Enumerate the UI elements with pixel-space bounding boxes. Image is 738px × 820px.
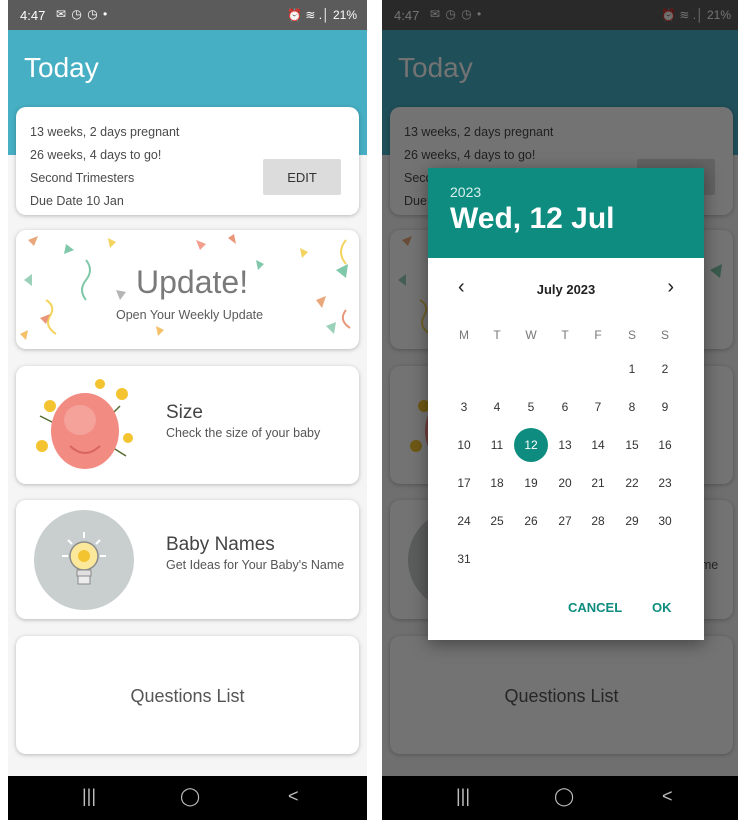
calendar-day[interactable]: 1 xyxy=(615,352,649,386)
weekday-label: W xyxy=(525,328,537,342)
baby-names-card[interactable]: Baby Names Get Ideas for Your Baby's Nam… xyxy=(16,500,359,619)
calendar-day[interactable]: 20 xyxy=(548,466,582,500)
due-date-text: Due Date 10 Jan xyxy=(30,194,124,208)
calendar-day[interactable]: 6 xyxy=(548,390,582,424)
lightbulb-icon xyxy=(34,510,134,610)
back-button[interactable]: < xyxy=(288,786,299,807)
home-button[interactable]: ◯ xyxy=(180,786,200,807)
calendar-day[interactable]: 29 xyxy=(615,504,649,538)
recents-button[interactable]: ||| xyxy=(456,786,470,807)
date-picker-header: 2023 Wed, 12 Jul xyxy=(428,168,704,258)
calendar-day[interactable]: 11 xyxy=(480,428,514,462)
status-bar: 4:47 ✉ ◷ ◷ • ⏰ ≋ .│ 21% xyxy=(8,0,367,30)
calendar-day[interactable]: 22 xyxy=(615,466,649,500)
calendar-day-selected[interactable]: 12 xyxy=(514,428,548,462)
next-month-icon[interactable]: › xyxy=(667,276,674,299)
calendar-day[interactable]: 8 xyxy=(615,390,649,424)
weeks-pregnant-text: 13 weeks, 2 days pregnant xyxy=(30,125,180,139)
weekday-label: T xyxy=(561,328,569,342)
calendar-day[interactable]: 4 xyxy=(480,390,514,424)
weekday-label: F xyxy=(594,328,602,342)
ok-button[interactable]: OK xyxy=(652,600,672,615)
calendar-day[interactable]: 26 xyxy=(514,504,548,538)
size-card[interactable]: Size Check the size of your baby xyxy=(16,366,359,484)
calendar-day[interactable]: 24 xyxy=(447,504,481,538)
battery-signal-status: ⏰ ≋ .│ 21% xyxy=(287,8,357,22)
recents-button[interactable]: ||| xyxy=(82,786,96,807)
today-screen-date-picker: 4:47 ✉ ◷ ◷ • ⏰ ≋ .│ 21% Today 13 weeks, … xyxy=(382,0,738,820)
calendar-day[interactable]: 15 xyxy=(615,428,649,462)
calendar-day[interactable]: 18 xyxy=(480,466,514,500)
trimester-text: Second Trimesters xyxy=(30,171,135,185)
calendar-day[interactable]: 7 xyxy=(581,390,615,424)
system-nav-bar: ||| ◯ < xyxy=(8,776,367,820)
calendar-day[interactable]: 9 xyxy=(648,390,682,424)
selected-year[interactable]: 2023 xyxy=(450,184,481,200)
calendar-day[interactable]: 28 xyxy=(581,504,615,538)
month-year-label: July 2023 xyxy=(536,282,596,297)
calendar-day[interactable]: 23 xyxy=(648,466,682,500)
calendar-day[interactable]: 17 xyxy=(447,466,481,500)
calendar-day[interactable]: 27 xyxy=(548,504,582,538)
home-button[interactable]: ◯ xyxy=(554,786,574,807)
cancel-button[interactable]: CANCEL xyxy=(568,600,622,615)
calendar-day[interactable]: 5 xyxy=(514,390,548,424)
baby-names-subtitle: Get Ideas for Your Baby's Name xyxy=(166,558,345,572)
calendar-day[interactable]: 13 xyxy=(548,428,582,462)
calendar-day[interactable]: 10 xyxy=(447,428,481,462)
pregnancy-info-card: 13 weeks, 2 days pregnant 26 weeks, 4 da… xyxy=(16,107,359,215)
calendar-day[interactable]: 31 xyxy=(447,542,481,576)
back-button[interactable]: < xyxy=(662,786,673,807)
today-screen: 4:47 ✉ ◷ ◷ • ⏰ ≋ .│ 21% Today 13 weeks, … xyxy=(8,0,367,820)
calendar-day[interactable]: 16 xyxy=(648,428,682,462)
weekday-label: T xyxy=(493,328,501,342)
weekday-label: S xyxy=(660,328,669,342)
calendar-day[interactable]: 2 xyxy=(648,352,682,386)
size-title: Size xyxy=(166,402,203,423)
notification-icons: ✉ ◷ ◷ • xyxy=(56,7,109,21)
selected-date: Wed, 12 Jul xyxy=(450,202,615,235)
status-time: 4:47 xyxy=(20,8,46,23)
weekday-label: S xyxy=(627,328,636,342)
baby-names-title: Baby Names xyxy=(166,534,275,555)
weeks-to-go-text: 26 weeks, 4 days to go! xyxy=(30,148,162,162)
baby-illustration-icon xyxy=(36,379,133,469)
update-subtitle: Open Your Weekly Update xyxy=(116,308,264,322)
size-subtitle: Check the size of your baby xyxy=(166,426,321,440)
questions-list-card[interactable]: Questions List xyxy=(16,636,359,754)
calendar-day[interactable]: 21 xyxy=(581,466,615,500)
calendar-day[interactable]: 25 xyxy=(480,504,514,538)
calendar-day[interactable]: 30 xyxy=(648,504,682,538)
calendar-day[interactable]: 14 xyxy=(581,428,615,462)
weekly-update-card[interactable]: Update! Open Your Weekly Update xyxy=(16,230,359,349)
page-title: Today xyxy=(24,52,99,83)
calendar-day[interactable]: 3 xyxy=(447,390,481,424)
system-nav-bar: ||| ◯ < xyxy=(382,776,738,820)
calendar-day[interactable]: 19 xyxy=(514,466,548,500)
weekday-label: M xyxy=(459,328,469,342)
edit-button[interactable]: EDIT xyxy=(263,159,341,195)
update-title: Update! xyxy=(136,264,249,300)
date-picker-dialog: 2023 Wed, 12 Jul ‹ July 2023 › MTWTFSS 1… xyxy=(428,168,704,640)
questions-list-title: Questions List xyxy=(130,686,245,706)
